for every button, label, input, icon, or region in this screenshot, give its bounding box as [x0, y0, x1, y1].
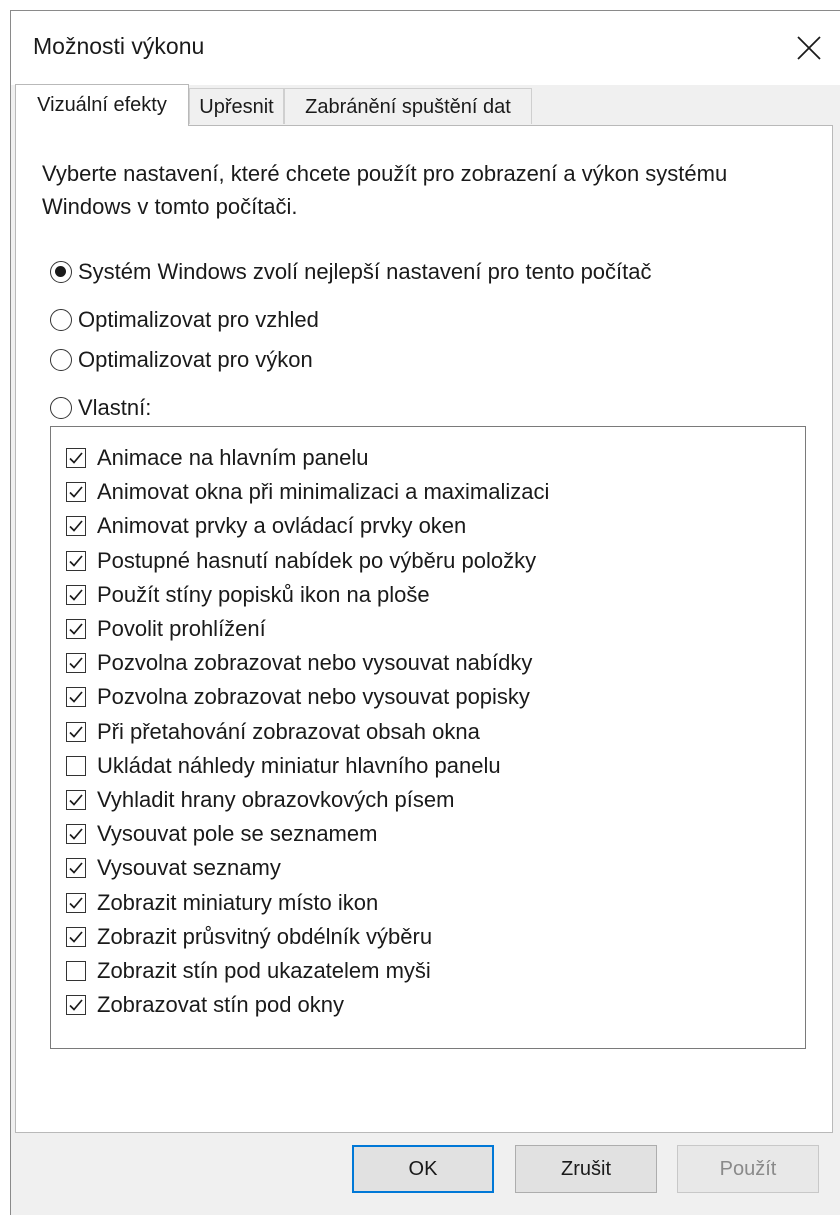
list-item-label: Animovat prvky a ovládací prvky oken: [97, 513, 467, 539]
radio-button[interactable]: [50, 349, 72, 371]
close-button[interactable]: [780, 11, 840, 85]
ok-button[interactable]: OK: [352, 1145, 494, 1193]
list-item[interactable]: Zobrazovat stín pod okny: [66, 990, 344, 1020]
checkmark-icon: [69, 520, 83, 533]
checkbox-checked[interactable]: [66, 926, 86, 947]
list-item-label: Při přetahování zobrazovat obsah okna: [97, 718, 480, 744]
checkbox-checked[interactable]: [66, 824, 86, 845]
description-text: Vyberte nastavení, které chcete použít p…: [42, 161, 728, 219]
list-item[interactable]: Použít stíny popisků ikon na ploše: [66, 580, 430, 610]
title-bar: Možnosti výkonu: [11, 11, 840, 85]
list-item[interactable]: Pozvolna zobrazovat nebo vysouvat popisk…: [66, 682, 530, 712]
radio-let-windows-choose[interactable]: Systém Windows zvolí nejlepší nastavení …: [50, 257, 652, 287]
checkmark-icon: [69, 452, 83, 464]
window-title: Možnosti výkonu: [33, 33, 205, 59]
list-item[interactable]: Vysouvat seznamy: [66, 853, 281, 883]
list-item-label: Pozvolna zobrazovat nebo vysouvat popisk…: [97, 684, 530, 710]
radio-label: Systém Windows zvolí nejlepší nastavení …: [78, 259, 652, 284]
checkbox-checked[interactable]: [66, 550, 86, 571]
checkbox-checked[interactable]: [66, 653, 86, 674]
checkbox-unchecked[interactable]: [66, 755, 86, 776]
radio-best-performance[interactable]: Optimalizovat pro výkon: [50, 345, 313, 375]
checkmark-icon: [69, 828, 83, 840]
checkbox-checked[interactable]: [66, 584, 86, 605]
list-item[interactable]: Povolit prohlížení: [66, 614, 266, 644]
checkmark-icon: [69, 691, 83, 704]
list-item[interactable]: Zobrazit stín pod ukazatelem myši: [66, 956, 431, 986]
checkmark-icon: [69, 657, 83, 669]
checkmark-icon: [69, 726, 83, 738]
apply-button: Použít: [677, 1145, 819, 1193]
checkmark-icon: [69, 862, 83, 875]
list-item-label: Vyhladit hrany obrazovkových písem: [97, 787, 455, 812]
checkbox-checked[interactable]: [66, 858, 86, 879]
list-item[interactable]: Ukládat náhledy miniatur hlavního panelu: [66, 751, 501, 781]
checkmark-icon: [69, 589, 83, 601]
list-item-label: Povolit prohlížení: [97, 616, 266, 641]
tab-visual-effects[interactable]: Vizuální efekty: [15, 84, 189, 126]
list-item-label: Animace na hlavním panelu: [97, 445, 369, 470]
list-item-label: Zobrazit miniatury místo ikon: [97, 889, 379, 915]
checkmark-icon: [69, 555, 83, 567]
list-item-label: Vysouvat seznamy: [97, 855, 281, 881]
list-item-label: Zobrazit stín pod ukazatelem myši: [97, 958, 431, 983]
radio-label: Vlastní:: [78, 395, 152, 420]
checkmark-icon: [69, 897, 83, 909]
radio-label: Optimalizovat pro výkon: [78, 347, 313, 372]
checkbox-unchecked[interactable]: [66, 961, 86, 981]
checkmark-icon: [69, 623, 83, 635]
radio-button[interactable]: [50, 309, 72, 331]
radio-button[interactable]: [50, 261, 72, 283]
tab-advanced[interactable]: Upřesnit: [189, 88, 284, 124]
checkbox-checked[interactable]: [66, 995, 86, 1016]
list-item-label: Animovat okna při minimalizaci a maximal…: [97, 479, 550, 505]
visual-effects-list[interactable]: Animace na hlavním panelu Animovat okna p…: [50, 426, 806, 1049]
list-item[interactable]: Vysouvat pole se seznamem: [66, 819, 377, 849]
list-item-label: Zobrazit průsvitný obdélník výběru: [97, 923, 433, 949]
checkbox-checked[interactable]: [66, 790, 86, 810]
radio-button[interactable]: [50, 397, 72, 419]
radio-best-appearance[interactable]: Optimalizovat pro vzhled: [50, 305, 319, 335]
list-item-label: Ukládat náhledy miniatur hlavního panelu: [97, 752, 501, 778]
list-item-label: Použít stíny popisků ikon na ploše: [97, 581, 430, 607]
list-item[interactable]: Zobrazit průsvitný obdélník výběru: [66, 922, 432, 952]
checkbox-checked[interactable]: [66, 619, 86, 639]
list-item-label: Pozvolna zobrazovat nebo vysouvat nabídk…: [97, 650, 533, 676]
checkbox-checked[interactable]: [66, 892, 86, 913]
cancel-button[interactable]: Zrušit: [515, 1145, 657, 1193]
list-item[interactable]: Animace na hlavním panelu: [66, 443, 369, 473]
list-item-label: Postupné hasnutí nabídek po výběru polož…: [97, 547, 537, 573]
list-item[interactable]: Animovat okna při minimalizaci a maximal…: [66, 477, 549, 507]
checkmark-icon: [69, 794, 83, 806]
close-icon: [797, 36, 821, 60]
tab-data-execution-prevention[interactable]: Zabránění spuštění dat: [284, 88, 532, 124]
radio-label: Optimalizovat pro vzhled: [78, 307, 319, 332]
checkmark-icon: [69, 931, 83, 943]
radio-custom[interactable]: Vlastní:: [50, 393, 151, 423]
list-item[interactable]: Postupné hasnutí nabídek po výběru polož…: [66, 546, 536, 576]
list-item[interactable]: Pozvolna zobrazovat nebo vysouvat nabídk…: [66, 648, 532, 678]
list-item-label: Zobrazovat stín pod okny: [97, 992, 345, 1018]
list-item[interactable]: Zobrazit miniatury místo ikon: [66, 888, 378, 918]
list-item[interactable]: Animovat prvky a ovládací prvky oken: [66, 511, 466, 541]
checkmark-icon: [69, 486, 83, 498]
checkbox-checked[interactable]: [66, 687, 86, 708]
list-item[interactable]: Při přetahování zobrazovat obsah okna: [66, 717, 480, 747]
checkbox-checked[interactable]: [66, 448, 86, 468]
list-item-label: Vysouvat pole se seznamem: [97, 821, 378, 847]
list-item[interactable]: Vyhladit hrany obrazovkových písem: [66, 785, 454, 815]
checkbox-checked[interactable]: [66, 721, 86, 742]
checkmark-icon: [69, 999, 83, 1011]
checkbox-checked[interactable]: [66, 516, 86, 537]
checkbox-checked[interactable]: [66, 482, 86, 503]
